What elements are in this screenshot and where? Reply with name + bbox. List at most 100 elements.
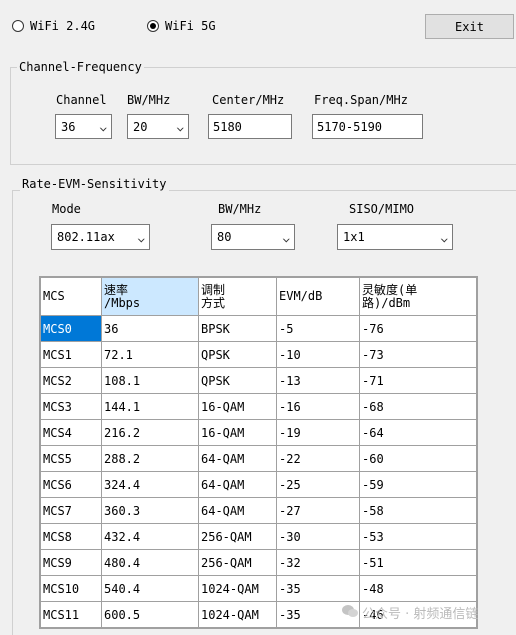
table-row[interactable]: MCS10 540.4 1024-QAM -35 -48 [40, 575, 477, 602]
cell-rate[interactable]: 540.4 [101, 575, 199, 602]
cell-sensitivity[interactable]: -71 [359, 367, 477, 394]
cell-sensitivity[interactable]: -48 [359, 575, 477, 602]
cell-rate[interactable]: 324.4 [101, 471, 199, 498]
cell-modulation[interactable]: QPSK [198, 367, 277, 394]
table-row[interactable]: MCS9 480.4 256-QAM -32 -51 [40, 549, 477, 576]
cell-modulation[interactable]: 64-QAM [198, 497, 277, 524]
wifi-5g-label: WiFi 5G [165, 19, 216, 33]
cell-mcs[interactable]: MCS7 [40, 497, 102, 524]
chevron-down-icon[interactable]: ⌄ [440, 231, 449, 244]
wifi-5g-radio[interactable]: WiFi 5G [147, 19, 216, 33]
center-frequency-field[interactable]: 5180 [208, 114, 292, 139]
table-row[interactable]: MCS2 108.1 QPSK -13 -71 [40, 367, 477, 394]
chevron-down-icon[interactable]: ⌄ [282, 231, 291, 244]
cell-modulation[interactable]: 16-QAM [198, 419, 277, 446]
bw-select[interactable]: 20 ⌄ [127, 114, 189, 139]
cell-rate[interactable]: 72.1 [101, 341, 199, 368]
table-row[interactable]: MCS8 432.4 256-QAM -30 -53 [40, 523, 477, 550]
table-row[interactable]: MCS1 72.1 QPSK -10 -73 [40, 341, 477, 368]
rate-bw-label: BW/MHz [218, 202, 262, 216]
cell-sensitivity[interactable]: -76 [359, 315, 477, 342]
cell-sensitivity[interactable]: -60 [359, 445, 477, 472]
cell-sensitivity[interactable]: -64 [359, 419, 477, 446]
col-header-mcs[interactable]: MCS [40, 277, 102, 316]
cell-rate[interactable]: 216.2 [101, 419, 199, 446]
cell-sensitivity[interactable]: -73 [359, 341, 477, 368]
cell-modulation[interactable]: 256-QAM [198, 523, 277, 550]
wechat-icon [342, 604, 358, 622]
chevron-down-icon[interactable]: ⌄ [176, 120, 185, 133]
col-header-modulation[interactable]: 调制 方式 [198, 277, 277, 316]
cell-mcs[interactable]: MCS8 [40, 523, 102, 550]
siso-mimo-label: SISO/MIMO [349, 202, 415, 216]
cell-rate[interactable]: 432.4 [101, 523, 199, 550]
cell-evm[interactable]: -30 [276, 523, 360, 550]
cell-evm[interactable]: -32 [276, 549, 360, 576]
cell-rate[interactable]: 288.2 [101, 445, 199, 472]
cell-evm[interactable]: -19 [276, 419, 360, 446]
col-header-rate[interactable]: 速率 /Mbps [101, 277, 199, 316]
cell-mcs[interactable]: MCS10 [40, 575, 102, 602]
cell-modulation[interactable]: 64-QAM [198, 471, 277, 498]
cell-rate[interactable]: 480.4 [101, 549, 199, 576]
cell-modulation[interactable]: BPSK [198, 315, 277, 342]
cell-modulation[interactable]: 64-QAM [198, 445, 277, 472]
freq-span-field[interactable]: 5170-5190 [312, 114, 423, 139]
cell-sensitivity[interactable]: -58 [359, 497, 477, 524]
cell-rate[interactable]: 108.1 [101, 367, 199, 394]
cell-modulation[interactable]: QPSK [198, 341, 277, 368]
siso-mimo-select[interactable]: 1x1 ⌄ [337, 224, 453, 250]
wifi-24g-radio-circle[interactable] [12, 20, 24, 32]
cell-modulation[interactable]: 16-QAM [198, 393, 277, 420]
cell-mcs[interactable]: MCS6 [40, 471, 102, 498]
cell-mcs[interactable]: MCS2 [40, 367, 102, 394]
cell-evm[interactable]: -25 [276, 471, 360, 498]
table-row[interactable]: MCS6 324.4 64-QAM -25 -59 [40, 471, 477, 498]
cell-mcs[interactable]: MCS0 [40, 315, 102, 342]
cell-evm[interactable]: -10 [276, 341, 360, 368]
table-row[interactable]: MCS4 216.2 16-QAM -19 -64 [40, 419, 477, 446]
cell-modulation[interactable]: 1024-QAM [198, 601, 277, 628]
cell-mcs[interactable]: MCS1 [40, 341, 102, 368]
wifi-24g-radio[interactable]: WiFi 2.4G [12, 19, 95, 33]
cell-sensitivity[interactable]: -68 [359, 393, 477, 420]
cell-sensitivity[interactable]: -59 [359, 471, 477, 498]
cell-rate[interactable]: 600.5 [101, 601, 199, 628]
cell-evm[interactable]: -5 [276, 315, 360, 342]
col-header-modulation-text: 调制 方式 [201, 282, 226, 310]
mcs-table-container[interactable]: MCS 速率 /Mbps 调制 方式 EVM/dB 灵敏度(单 路)/dBm M… [39, 276, 478, 629]
rate-bw-select[interactable]: 80 ⌄ [211, 224, 295, 250]
cell-evm[interactable]: -35 [276, 575, 360, 602]
table-row[interactable]: MCS0 36 BPSK -5 -76 [40, 315, 477, 342]
cell-evm[interactable]: -22 [276, 445, 360, 472]
cell-modulation[interactable]: 256-QAM [198, 549, 277, 576]
cell-rate[interactable]: 144.1 [101, 393, 199, 420]
cell-rate[interactable]: 360.3 [101, 497, 199, 524]
siso-mimo-select-value: 1x1 [343, 230, 365, 244]
table-row[interactable]: MCS3 144.1 16-QAM -16 -68 [40, 393, 477, 420]
exit-button[interactable]: Exit [425, 14, 514, 39]
cell-mcs[interactable]: MCS9 [40, 549, 102, 576]
mcs-table-body: MCS0 36 BPSK -5 -76 MCS1 72.1 QPSK -10 -73 MCS2 108… [40, 315, 477, 628]
cell-rate[interactable]: 36 [101, 315, 199, 342]
channel-frequency-title: Channel-Frequency [17, 60, 144, 74]
cell-modulation[interactable]: 1024-QAM [198, 575, 277, 602]
mode-select[interactable]: 802.11ax ⌄ [51, 224, 150, 250]
cell-evm[interactable]: -16 [276, 393, 360, 420]
cell-sensitivity[interactable]: -51 [359, 549, 477, 576]
chevron-down-icon[interactable]: ⌄ [137, 231, 146, 244]
cell-evm[interactable]: -27 [276, 497, 360, 524]
wifi-5g-radio-circle[interactable] [147, 20, 159, 32]
cell-mcs[interactable]: MCS3 [40, 393, 102, 420]
table-row[interactable]: MCS7 360.3 64-QAM -27 -58 [40, 497, 477, 524]
table-row[interactable]: MCS5 288.2 64-QAM -22 -60 [40, 445, 477, 472]
cell-mcs[interactable]: MCS11 [40, 601, 102, 628]
cell-mcs[interactable]: MCS4 [40, 419, 102, 446]
channel-select[interactable]: 36 ⌄ [55, 114, 112, 139]
cell-sensitivity[interactable]: -53 [359, 523, 477, 550]
chevron-down-icon[interactable]: ⌄ [99, 120, 108, 133]
col-header-sensitivity[interactable]: 灵敏度(单 路)/dBm [359, 277, 477, 316]
cell-evm[interactable]: -13 [276, 367, 360, 394]
cell-mcs[interactable]: MCS5 [40, 445, 102, 472]
col-header-evm[interactable]: EVM/dB [276, 277, 360, 316]
